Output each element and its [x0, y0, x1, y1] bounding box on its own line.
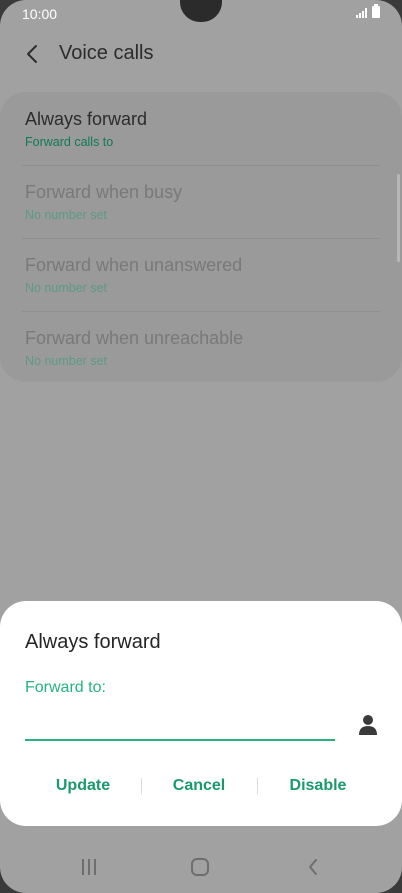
scrollbar[interactable]: [397, 174, 400, 262]
option-forward-when-unanswered[interactable]: Forward when unanswered No number set: [25, 238, 380, 311]
option-title: Forward when unreachable: [25, 328, 244, 348]
option-forward-when-busy[interactable]: Forward when busy No number set: [25, 165, 380, 238]
option-title: Forward when busy: [25, 182, 183, 202]
recents-icon[interactable]: [80, 858, 98, 876]
forward-number-input[interactable]: [25, 705, 335, 741]
option-forward-when-unreachable[interactable]: Forward when unreachable No number set: [25, 311, 380, 384]
phone-screen: 10:00 Voice calls Always forward Forward…: [0, 0, 402, 893]
option-title: Forward when unanswered: [25, 255, 243, 275]
battery-icon: [372, 4, 380, 18]
home-icon[interactable]: [191, 858, 209, 876]
option-subtitle: No number set: [25, 281, 107, 295]
option-always-forward[interactable]: Always forward Forward calls to: [25, 92, 380, 165]
disable-button[interactable]: Disable: [278, 769, 358, 803]
button-separator: [141, 778, 142, 794]
person-icon[interactable]: [359, 713, 377, 737]
status-bar: 10:00: [0, 0, 402, 28]
option-subtitle: No number set: [25, 354, 107, 368]
always-forward-dialog: Always forward Forward to: Update Cancel…: [0, 601, 402, 826]
navigation-bar: [0, 840, 402, 893]
cancel-button[interactable]: Cancel: [160, 769, 238, 803]
button-separator: [257, 778, 258, 794]
forwarding-options-list: Always forward Forward calls to Forward …: [0, 92, 402, 382]
status-time: 10:00: [22, 6, 58, 22]
app-header: Voice calls: [0, 34, 402, 74]
option-title: Always forward: [25, 109, 148, 129]
option-subtitle: No number set: [25, 208, 107, 222]
update-button[interactable]: Update: [45, 769, 121, 803]
chevron-left-icon[interactable]: [22, 42, 42, 66]
option-subtitle: Forward calls to: [25, 135, 114, 149]
dialog-title: Always forward: [25, 631, 161, 653]
signal-icon: [356, 8, 367, 18]
forward-to-label: Forward to:: [25, 679, 106, 696]
camera-notch: [180, 0, 222, 22]
page-title: Voice calls: [59, 42, 154, 64]
back-chevron-icon[interactable]: [306, 858, 320, 876]
